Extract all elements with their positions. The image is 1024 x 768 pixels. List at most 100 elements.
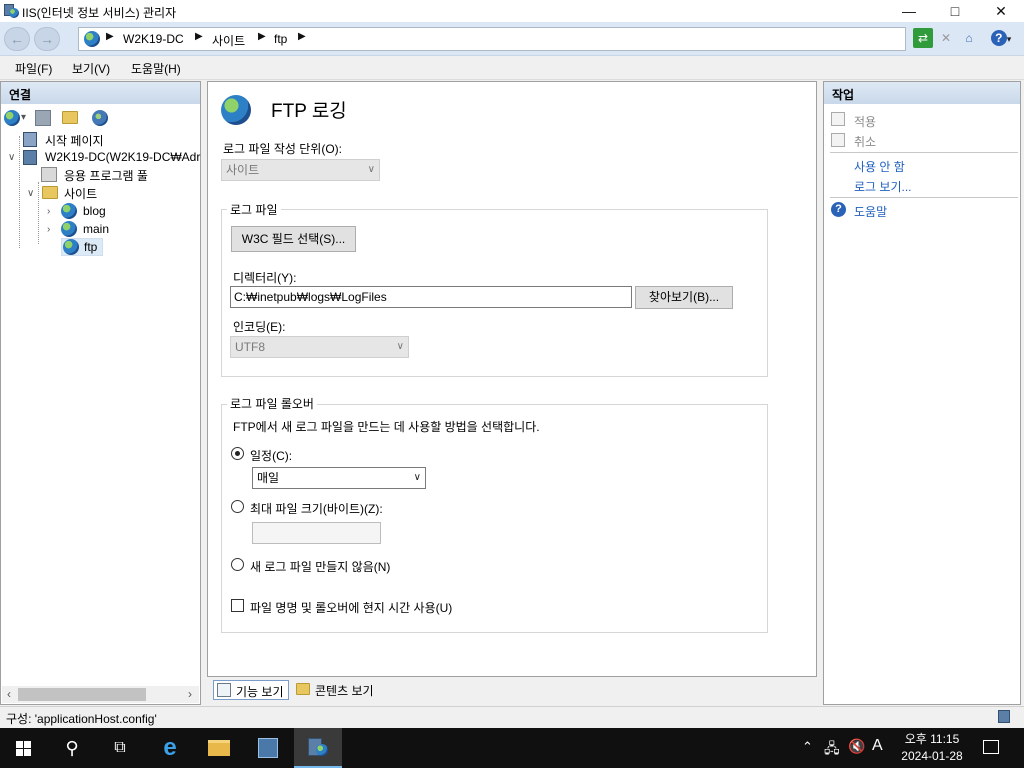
chevron-up-icon[interactable]: ⌃ xyxy=(802,739,813,755)
schedule-select[interactable]: 매일 ∨ xyxy=(252,467,426,489)
iis-manager-taskbar-icon[interactable] xyxy=(294,728,342,768)
maximize-button[interactable]: □ xyxy=(932,0,978,22)
connect-icon[interactable] xyxy=(4,110,20,126)
chevron-right-icon[interactable]: › xyxy=(47,206,50,217)
stop-icon[interactable]: ✕ xyxy=(936,28,956,48)
title-bar: IIS(인터넷 정보 서비스) 관리자 — □ ✕ xyxy=(0,0,1024,22)
scroll-right-icon[interactable]: › xyxy=(188,687,192,701)
feature-page: FTP 로깅 로그 파일 작성 단위(O): 사이트 ∨ 로그 파일 W3C 필… xyxy=(207,81,817,677)
w3c-fields-button[interactable]: W3C 필드 선택(S)... xyxy=(231,226,356,252)
directory-input[interactable]: C:₩inetpub₩logs₩LogFiles xyxy=(230,286,632,308)
chevron-right-icon: ▶ xyxy=(195,31,203,42)
internet-explorer-icon[interactable]: e xyxy=(146,728,194,768)
tree-label: ftp xyxy=(84,240,98,254)
action-apply[interactable]: 적용 xyxy=(854,113,876,130)
home-icon[interactable]: ⌂ xyxy=(959,28,979,48)
clock[interactable]: 오후 11:15 2024-01-28 xyxy=(896,730,968,766)
browse-button[interactable]: 찾아보기(B)... xyxy=(635,286,733,309)
address-bar[interactable]: ▶ W2K19-DC ▶ 사이트 ▶ ftp ▶ xyxy=(78,27,906,51)
tree-item-server[interactable]: W2K19-DC(W2K19-DC₩Adr xyxy=(23,149,201,167)
network-icon[interactable]: 🖧 xyxy=(824,738,840,762)
site-globe-icon xyxy=(61,221,77,237)
address-row: ← → ▶ W2K19-DC ▶ 사이트 ▶ ftp ▶ ⇄ ✕ ⌂ ? ▾ xyxy=(0,22,1024,56)
ftp-logging-icon xyxy=(221,95,251,125)
scrollbar-thumb[interactable] xyxy=(18,688,146,701)
chevron-down-icon: ∨ xyxy=(367,164,375,175)
iis-app-icon xyxy=(4,4,19,18)
chevron-right-icon[interactable]: › xyxy=(47,224,50,235)
horizontal-scrollbar[interactable]: ‹ › xyxy=(2,686,199,703)
tab-label: 기능 보기 xyxy=(236,685,284,699)
help-menu-button[interactable]: ? ▾ xyxy=(986,28,1016,48)
up-folder-icon[interactable] xyxy=(62,111,78,124)
help-icon: ? xyxy=(831,202,846,217)
ime-indicator[interactable]: A xyxy=(872,737,883,755)
connections-toolbar: ▾ xyxy=(4,108,199,128)
view-tabs: 기능 보기 콘텐츠 보기 xyxy=(207,679,817,703)
max-size-radio[interactable] xyxy=(231,500,244,513)
log-file-unit-value: 사이트 xyxy=(226,163,260,177)
apply-icon xyxy=(831,112,845,126)
max-size-label: 최대 파일 크기(바이트)(Z): xyxy=(250,502,383,516)
tree-label: main xyxy=(83,222,110,236)
clock-date: 2024-01-28 xyxy=(901,749,963,763)
chevron-down-icon: ∨ xyxy=(396,341,404,352)
forward-button[interactable]: → xyxy=(34,27,60,51)
rollover-group-title: 로그 파일 롤오버 xyxy=(227,395,317,412)
start-button[interactable] xyxy=(0,728,48,768)
cancel-icon xyxy=(831,133,845,147)
content-view-icon xyxy=(296,683,310,695)
scroll-left-icon[interactable]: ‹ xyxy=(7,687,11,701)
task-view-icon[interactable]: ⧉ xyxy=(96,728,144,768)
divider xyxy=(830,152,1018,153)
local-time-checkbox[interactable] xyxy=(231,599,244,612)
breadcrumb-sites[interactable]: 사이트 xyxy=(212,32,245,49)
notifications-icon[interactable] xyxy=(983,740,999,754)
no-new-log-label: 새 로그 파일 만들지 않음(N) xyxy=(250,560,391,574)
action-help[interactable]: 도움말 xyxy=(854,203,887,220)
tree-label: 사이트 xyxy=(64,187,98,201)
status-config: 구성: 'applicationHost.config' xyxy=(6,712,157,726)
tab-features-view[interactable]: 기능 보기 xyxy=(213,680,289,700)
save-icon[interactable] xyxy=(35,110,51,126)
search-icon[interactable]: ⚲ xyxy=(48,728,96,768)
clock-time: 오후 11:15 xyxy=(904,732,960,746)
action-disable[interactable]: 사용 안 함 xyxy=(854,158,905,175)
minimize-button[interactable]: — xyxy=(886,0,932,22)
chevron-down-icon[interactable]: ▾ xyxy=(21,112,26,123)
sites-folder-icon xyxy=(42,186,58,199)
action-cancel[interactable]: 취소 xyxy=(854,133,876,150)
connections-panel: 연결 ▾ 시작 페이지 ∨ W2K19-DC(W2K19-DC₩Adr 응용 프… xyxy=(0,81,201,705)
disconnect-icon[interactable] xyxy=(92,110,108,126)
menu-view[interactable]: 보기(V) xyxy=(72,60,110,77)
speaker-muted-icon[interactable]: 🔇 xyxy=(848,738,865,755)
actions-panel: 작업 적용 취소 사용 안 함 로그 보기... ? 도움말 xyxy=(823,81,1021,705)
action-view-logs[interactable]: 로그 보기... xyxy=(854,178,912,195)
refresh-icon[interactable]: ⇄ xyxy=(913,28,933,48)
chevron-down-icon[interactable]: ∨ xyxy=(8,152,15,163)
chevron-down-icon[interactable]: ∨ xyxy=(27,188,34,199)
tab-label: 콘텐츠 보기 xyxy=(315,684,374,698)
site-globe-icon xyxy=(63,239,79,255)
max-size-input[interactable] xyxy=(252,522,381,544)
tab-content-view[interactable]: 콘텐츠 보기 xyxy=(293,680,378,700)
menu-help[interactable]: 도움말(H) xyxy=(131,60,181,77)
server-icon xyxy=(23,150,37,165)
server-manager-icon[interactable] xyxy=(244,728,292,768)
schedule-label: 일정(C): xyxy=(250,449,293,463)
encoding-select[interactable]: UTF8 ∨ xyxy=(230,336,409,358)
tree-item-ftp[interactable]: ftp xyxy=(61,238,103,256)
divider xyxy=(830,197,1018,198)
schedule-radio[interactable] xyxy=(231,447,244,460)
no-new-log-radio[interactable] xyxy=(231,558,244,571)
file-explorer-icon[interactable] xyxy=(195,728,243,768)
breadcrumb-server[interactable]: W2K19-DC xyxy=(123,32,184,46)
menu-file[interactable]: 파일(F) xyxy=(15,60,52,77)
close-button[interactable]: ✕ xyxy=(978,0,1024,22)
rollover-description: FTP에서 새 로그 파일을 만드는 데 사용할 방법을 선택합니다. xyxy=(233,420,540,434)
back-button[interactable]: ← xyxy=(4,27,30,51)
breadcrumb-ftp[interactable]: ftp xyxy=(274,32,287,46)
chevron-right-icon: ▶ xyxy=(298,31,306,42)
log-file-unit-select[interactable]: 사이트 ∨ xyxy=(221,159,380,181)
windows-icon xyxy=(16,741,32,756)
